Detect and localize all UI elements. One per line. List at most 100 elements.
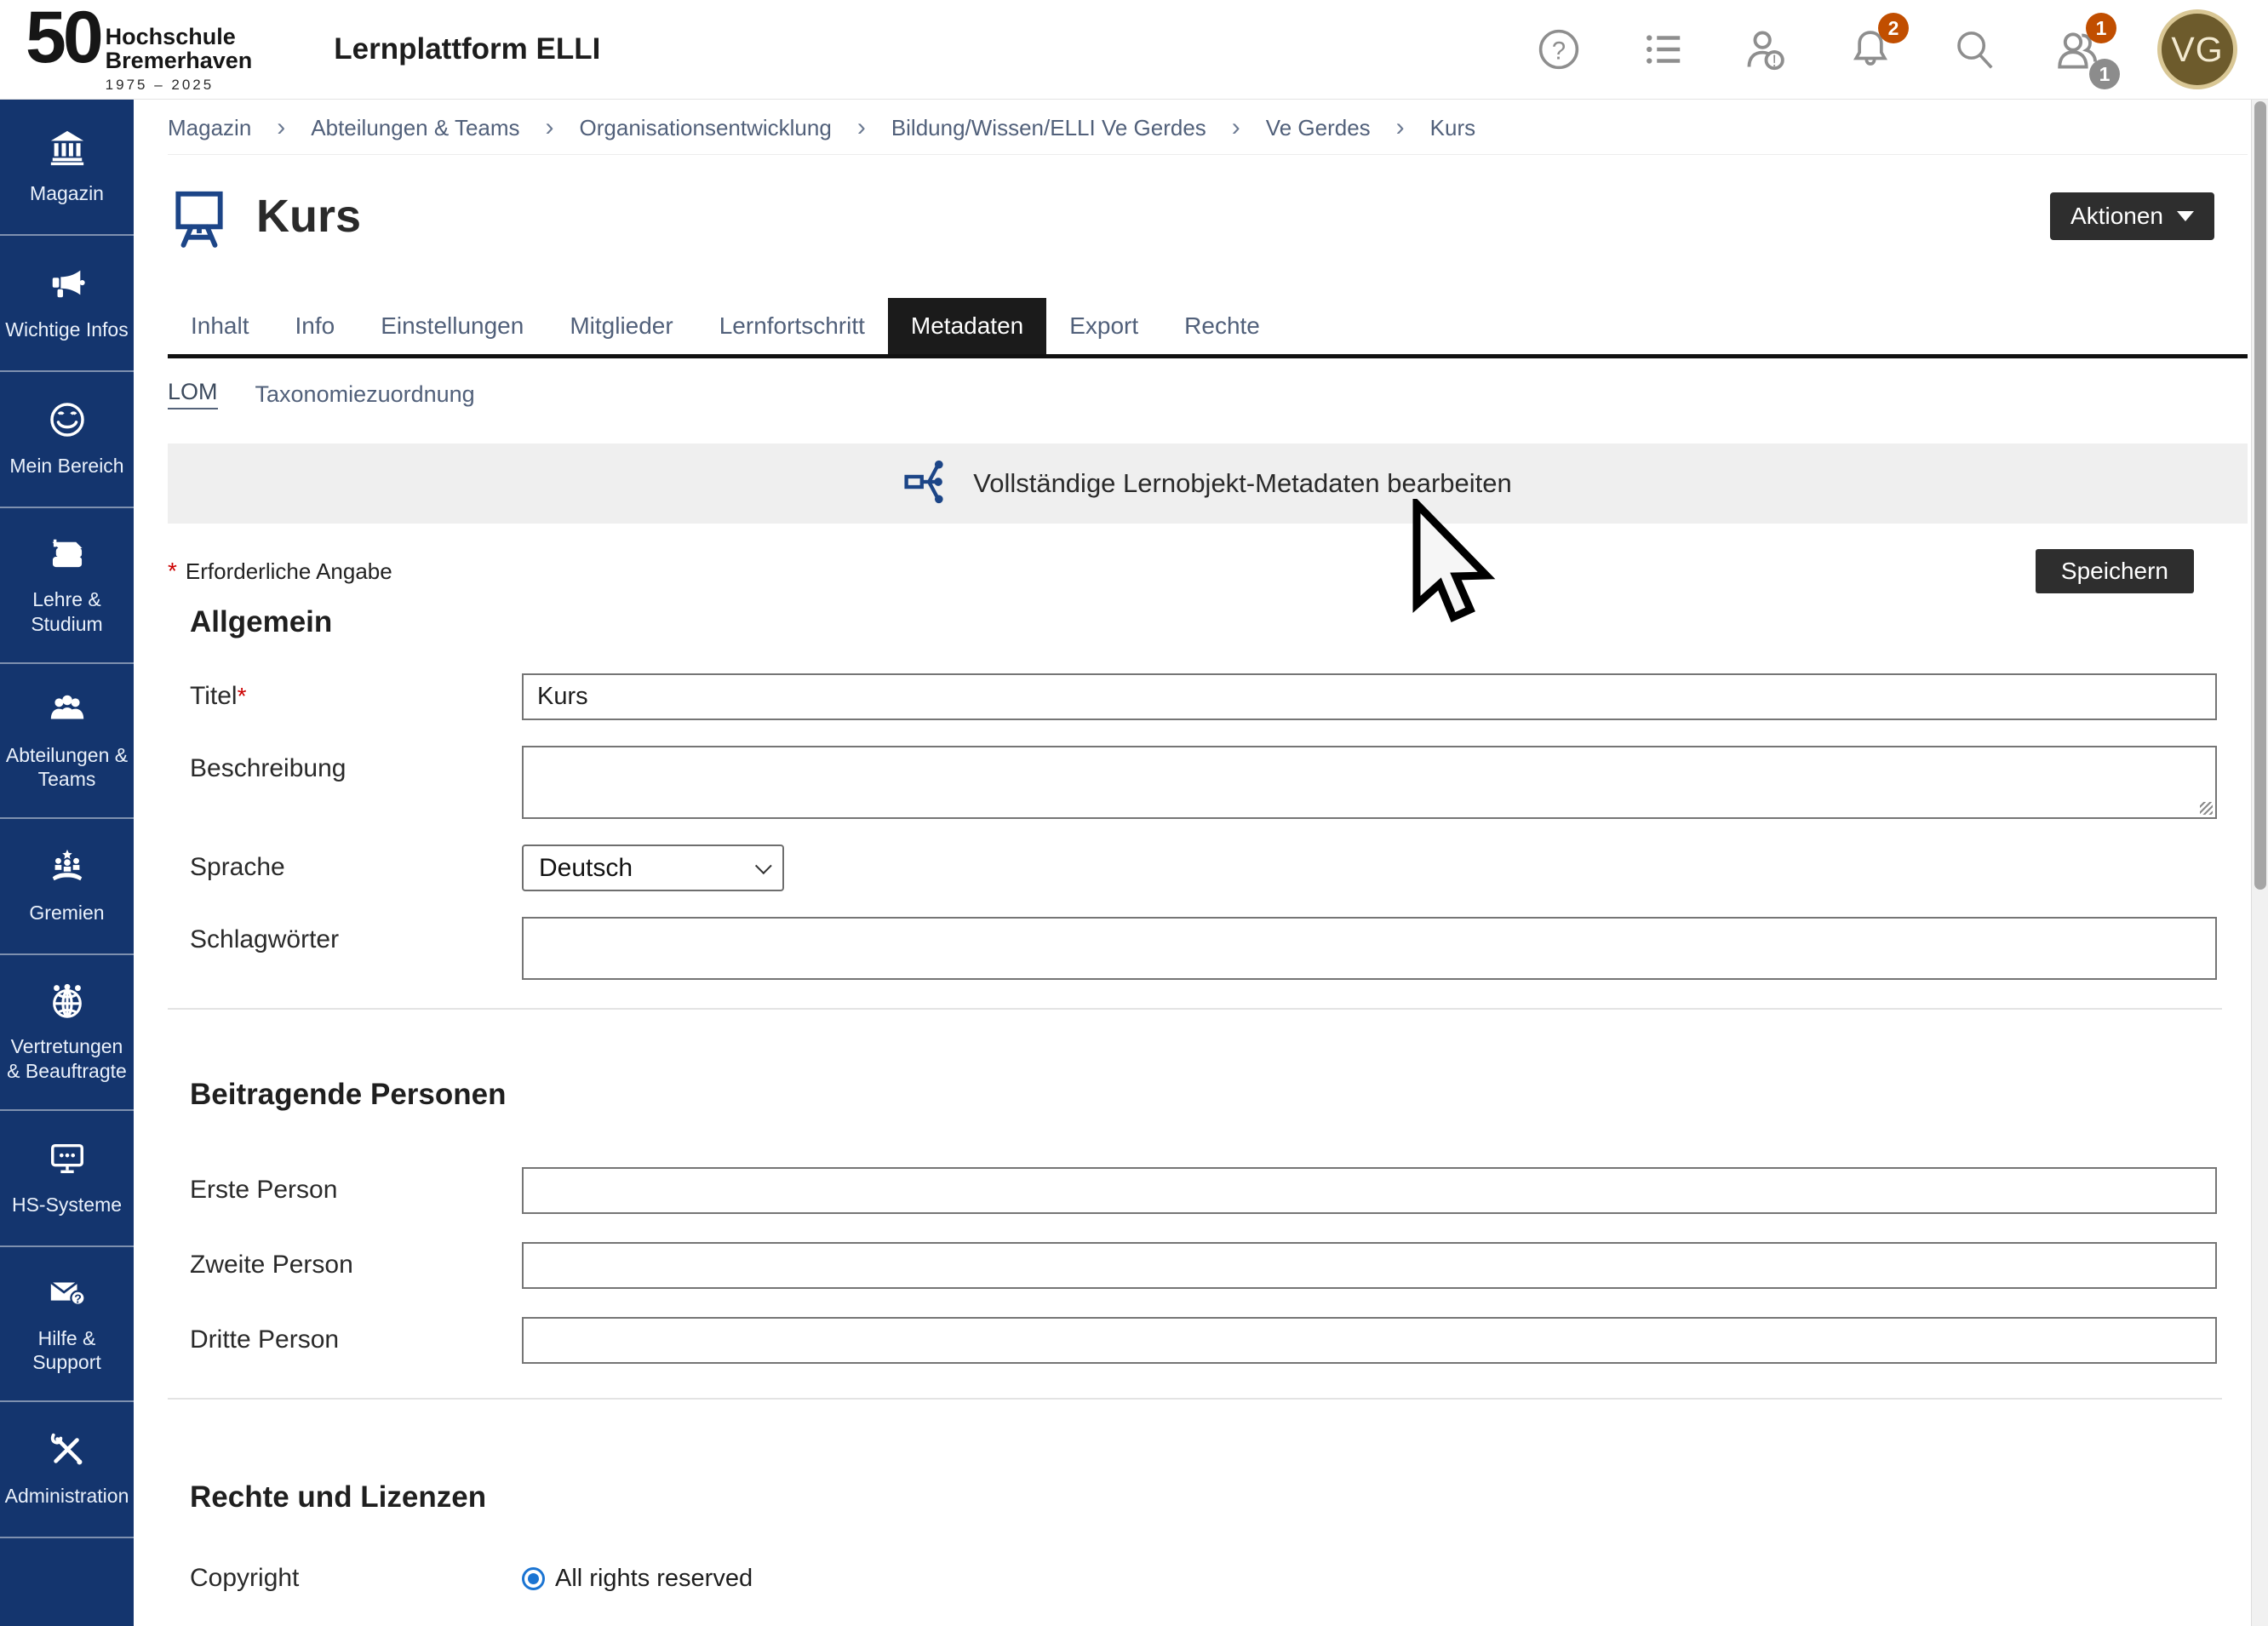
dritte-person-label: Dritte Person (190, 1317, 522, 1354)
sidebar-item-abteilungen-teams[interactable]: Abteilungen & Teams (0, 664, 134, 820)
breadcrumb-current[interactable]: Kurs (1430, 115, 1475, 141)
zweite-person-label: Zweite Person (190, 1242, 522, 1280)
sidebar-item-administration[interactable]: Administration (0, 1402, 134, 1538)
help-icon[interactable]: ? (1534, 25, 1584, 74)
edit-full-metadata-banner[interactable]: Vollständige Lernobjekt-Metadaten bearbe… (168, 444, 2248, 524)
sidebar-item-label: Magazin (30, 181, 104, 206)
subtab-taxonomiezuordnung[interactable]: Taxonomiezuordnung (255, 381, 475, 408)
monitor-icon (48, 1139, 87, 1182)
beschreibung-textarea[interactable] (522, 746, 2217, 819)
sidebar-item-hilfe-support[interactable]: ? Hilfe & Support (0, 1247, 134, 1403)
breadcrumb-link[interactable]: Magazin (168, 115, 251, 141)
scrollbar-track[interactable] (2251, 100, 2268, 1626)
tab-inhalt[interactable]: Inhalt (168, 298, 272, 354)
caret-down-icon (2177, 211, 2194, 221)
resize-handle[interactable] (2200, 802, 2213, 815)
user-status-icon[interactable]: ! (1742, 25, 1791, 74)
section-divider (168, 1398, 2222, 1400)
tab-metadaten[interactable]: Metadaten (888, 298, 1046, 354)
page-title: Kurs (256, 190, 361, 243)
zweite-person-input[interactable] (522, 1242, 2217, 1289)
beschreibung-label: Beschreibung (190, 746, 522, 783)
subtab-lom[interactable]: LOM (168, 379, 218, 409)
copyright-option-label: All rights reserved (555, 1565, 753, 1593)
main-content: Magazin › Abteilungen & Teams › Organisa… (134, 100, 2268, 1626)
titel-input[interactable] (522, 673, 2217, 720)
page-header: Kurs Aktionen (168, 184, 2248, 249)
actions-button[interactable]: Aktionen (2050, 192, 2214, 240)
sprache-select[interactable]: Deutsch (522, 844, 784, 891)
section-heading-allgemein: Allgemein (190, 605, 2248, 639)
breadcrumb-link[interactable]: Abteilungen & Teams (311, 115, 519, 141)
sidebar-item-wichtige-infos[interactable]: Wichtige Infos (0, 236, 134, 372)
erste-person-label: Erste Person (190, 1167, 522, 1205)
breadcrumb-link[interactable]: Organisationsentwicklung (580, 115, 832, 141)
required-asterisk: * (238, 683, 247, 709)
erste-person-input[interactable] (522, 1167, 2217, 1214)
required-asterisk: * (168, 558, 177, 584)
app-title: Lernplattform ELLI (334, 32, 600, 66)
course-board-icon (168, 184, 231, 249)
banner-label: Vollständige Lernobjekt-Metadaten bearbe… (973, 468, 1512, 499)
copyright-radio[interactable] (522, 1567, 545, 1590)
sidebar-item-gremien[interactable]: Gremien (0, 819, 134, 955)
form-row-beschreibung: Beschreibung (190, 746, 2248, 819)
breadcrumb-separator: › (277, 113, 285, 142)
contacts-badge-top: 1 (2086, 13, 2116, 43)
sidebar-item-magazin[interactable]: Magazin (0, 100, 134, 236)
breadcrumb-separator: › (1232, 113, 1240, 142)
sidebar-item-vertretungen-beauftragte[interactable]: Vertretungen & Beauftragte (0, 955, 134, 1111)
form-row-titel: Titel* (190, 673, 2248, 720)
sidebar-item-hs-systeme[interactable]: HS-Systeme (0, 1111, 134, 1247)
logo-50: 50 (26, 5, 100, 71)
schlagwoerter-input[interactable] (522, 917, 2217, 980)
scrollbar-thumb[interactable] (2254, 101, 2266, 890)
hochschule-bremerhaven-logo: 50 Hochschule Bremerhaven 1975 – 2025 (26, 5, 252, 93)
breadcrumb-link[interactable]: Bildung/Wissen/ELLI Ve Gerdes (891, 115, 1206, 141)
sidebar-item-mein-bereich[interactable]: Mein Bereich (0, 372, 134, 508)
logo-years: 1975 – 2025 (106, 77, 253, 94)
bell-badge: 2 (1878, 13, 1909, 43)
chevron-down-icon (755, 857, 772, 874)
main-sidebar: Magazin Wichtige Infos Mein Bereich Lehr… (0, 100, 134, 1626)
tab-bar: Inhalt Info Einstellungen Mitglieder Ler… (168, 298, 2248, 358)
tab-export[interactable]: Export (1046, 298, 1161, 354)
user-avatar[interactable]: VG (2157, 9, 2237, 89)
bullet-list-icon[interactable] (1638, 25, 1687, 74)
notifications-bell-icon[interactable]: 2 (1846, 25, 1895, 74)
tab-lernfortschritt[interactable]: Lernfortschritt (696, 298, 888, 354)
megaphone-icon (48, 264, 87, 307)
form-row-dritte-person: Dritte Person (190, 1317, 2248, 1364)
sidebar-item-label: Administration (5, 1484, 129, 1509)
subtab-bar: LOM Taxonomiezuordnung (168, 379, 2248, 409)
contacts-icon[interactable]: 1 1 (2053, 25, 2103, 74)
schlagwoerter-label: Schlagwörter (190, 917, 522, 954)
sidebar-item-label: HS-Systeme (12, 1193, 122, 1217)
top-header: 50 Hochschule Bremerhaven 1975 – 2025 Le… (0, 0, 2268, 100)
section-heading-rechte: Rechte und Lizenzen (190, 1480, 2248, 1514)
tab-einstellungen[interactable]: Einstellungen (358, 298, 547, 354)
svg-text:?: ? (1552, 37, 1566, 65)
app-window: 50 Hochschule Bremerhaven 1975 – 2025 Le… (0, 0, 2268, 1626)
logo-line1: Hochschule (106, 26, 253, 49)
sidebar-item-label: Vertretungen & Beauftragte (5, 1034, 129, 1084)
required-note: *Erforderliche Angabe (168, 558, 392, 585)
form-row-copyright: Copyright All rights reserved (190, 1564, 2248, 1593)
sidebar-item-lehre-studium[interactable]: Lehre & Studium (0, 508, 134, 664)
tab-mitglieder[interactable]: Mitglieder (547, 298, 696, 354)
sidebar-item-label: Lehre & Studium (5, 587, 129, 637)
form-row-sprache: Sprache Deutsch (190, 844, 2248, 891)
breadcrumb-separator: › (857, 113, 866, 142)
smiley-icon (48, 400, 87, 444)
section-heading-beitragende: Beitragende Personen (190, 1078, 2248, 1112)
tools-icon (48, 1430, 87, 1474)
save-button[interactable]: Speichern (2036, 549, 2194, 593)
people-icon (48, 690, 87, 733)
svg-text:?: ? (74, 1292, 82, 1306)
breadcrumb-link[interactable]: Ve Gerdes (1266, 115, 1371, 141)
tab-info[interactable]: Info (272, 298, 358, 354)
dritte-person-input[interactable] (522, 1317, 2217, 1364)
sprache-label: Sprache (190, 844, 522, 882)
search-icon[interactable] (1950, 25, 1999, 74)
tab-rechte[interactable]: Rechte (1161, 298, 1283, 354)
